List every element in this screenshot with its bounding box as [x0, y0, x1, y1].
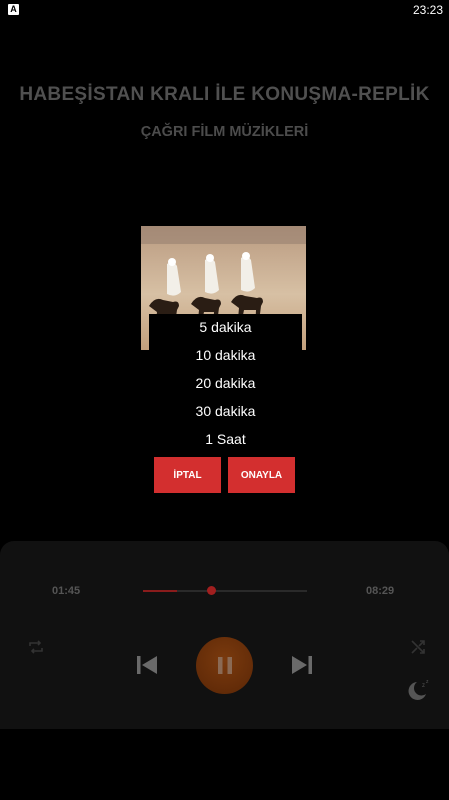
player-controls-panel: 01:45 08:29 z z: [0, 541, 449, 729]
timer-option-1-hour[interactable]: 1 Saat: [149, 431, 302, 447]
pause-icon: [215, 655, 235, 676]
sleep-timer-icon[interactable]: z z: [403, 675, 431, 703]
seek-bar-thumb[interactable]: [206, 586, 216, 595]
cancel-button[interactable]: İPTAL: [154, 457, 221, 493]
timer-option-10-min[interactable]: 10 dakika: [149, 347, 302, 363]
seek-bar[interactable]: [143, 586, 307, 595]
confirm-button[interactable]: ONAYLA: [228, 457, 295, 493]
svg-text:z: z: [422, 683, 425, 689]
timer-option-30-min[interactable]: 30 dakika: [149, 403, 302, 419]
app-notification-icon: A: [8, 4, 19, 15]
status-time: 23:23: [412, 3, 443, 17]
current-time: 01:45: [52, 585, 81, 597]
artist-name: ÇAĞRI FİLM MÜZİKLERİ: [140, 124, 309, 140]
timer-option-20-min[interactable]: 20 dakika: [149, 375, 302, 391]
repeat-icon[interactable]: [28, 640, 44, 654]
seek-bar-progress: [143, 590, 177, 592]
track-title: HABEŞİSTAN KRALI İLE KONUŞMA-REPLİK: [19, 84, 430, 105]
play-pause-button[interactable]: [196, 637, 253, 694]
status-bar: A 23:23: [0, 0, 449, 20]
shuffle-icon[interactable]: [410, 639, 426, 655]
previous-icon[interactable]: [136, 655, 158, 675]
next-icon[interactable]: [291, 655, 313, 675]
duration: 08:29: [366, 585, 395, 597]
timer-option-5-min[interactable]: 5 dakika: [149, 319, 302, 335]
svg-text:z: z: [426, 679, 429, 685]
